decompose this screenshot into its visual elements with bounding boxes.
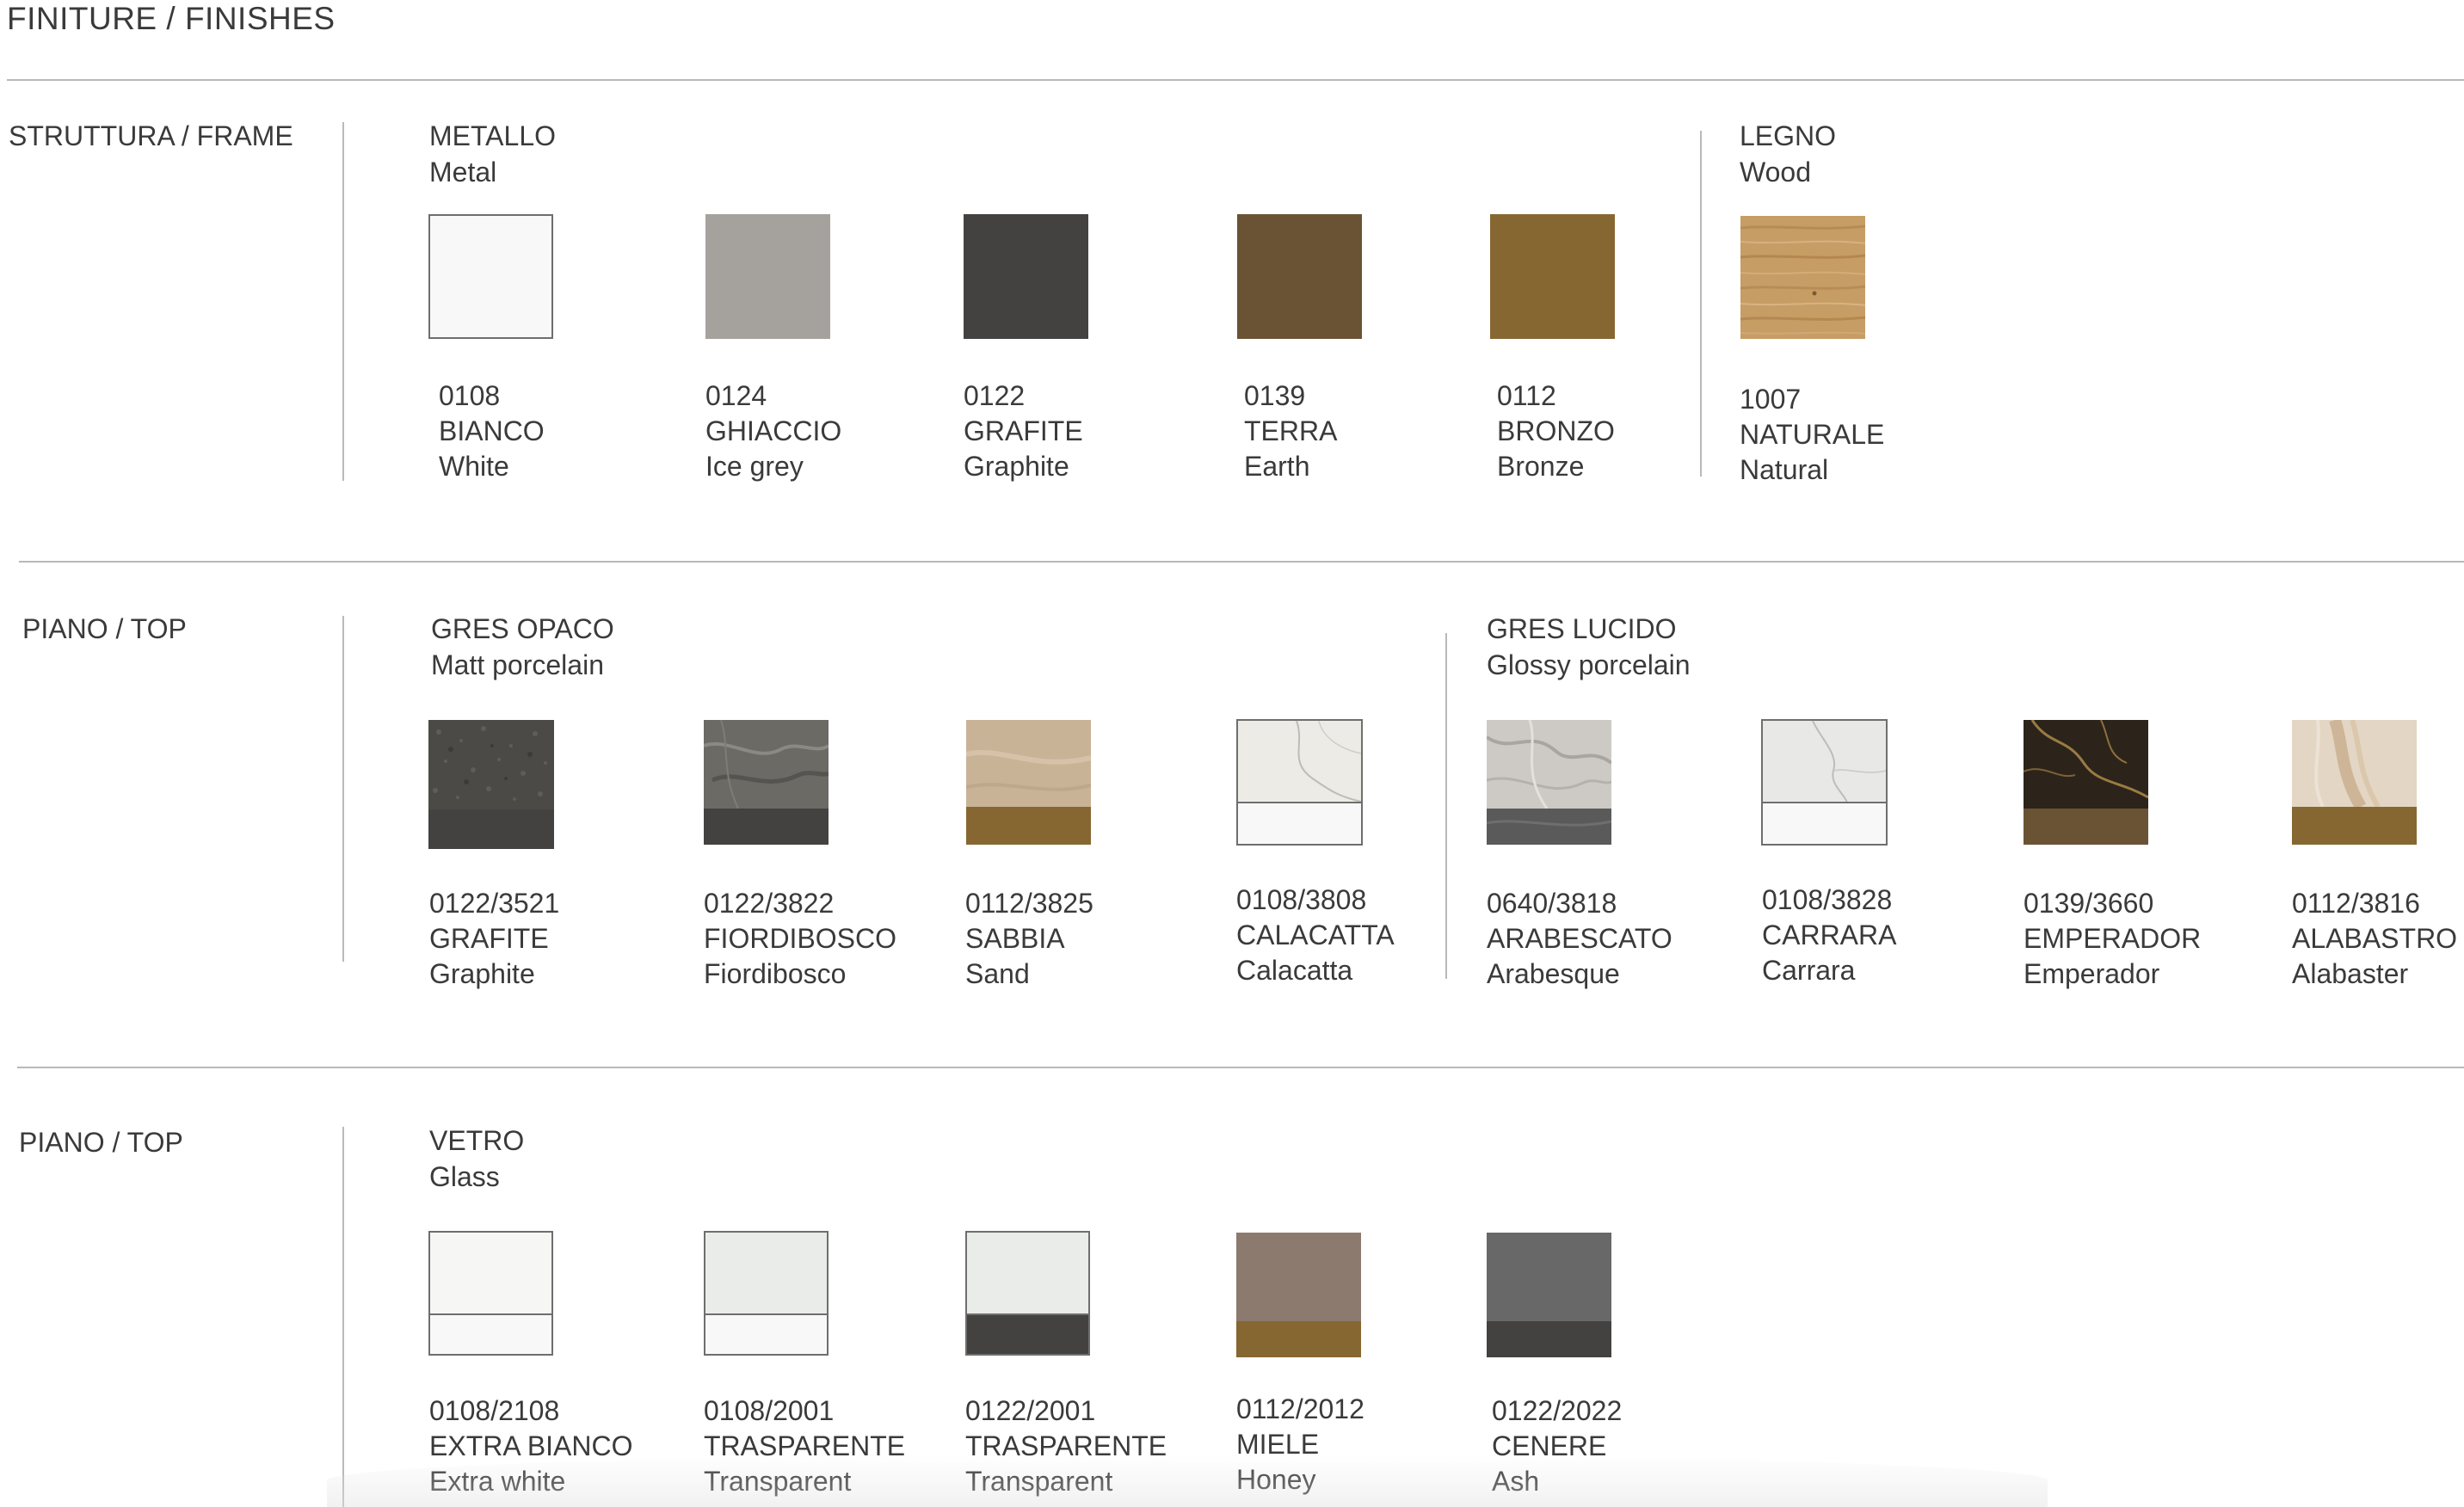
- swatch-emperador-glossy: [2024, 720, 2148, 845]
- swatch-name-en: Extra white: [429, 1466, 566, 1497]
- page-title: FINITURE / FINISHES: [7, 1, 336, 36]
- swatch-code: 0122/2022: [1492, 1395, 1623, 1426]
- swatch-name-it: CALACATTA: [1236, 920, 1395, 950]
- swatch-grafite-matt: [428, 720, 554, 849]
- swatch-name-it: TRASPARENTE: [965, 1430, 1167, 1461]
- swatch-name-it: EMPERADOR: [2024, 923, 2202, 954]
- swatch-code: 0139/3660: [2024, 888, 2154, 919]
- swatch-name-en: Transparent: [704, 1466, 852, 1497]
- swatch-alabastro-glossy: [2292, 720, 2417, 845]
- swatch-name-en: Alabaster: [2292, 958, 2409, 989]
- swatch-name-en: Calacatta: [1236, 955, 1353, 986]
- swatch-code: 0112/3816: [2292, 888, 2420, 919]
- swatch-code: 0122/3822: [704, 888, 835, 919]
- swatch-name-it: BIANCO: [439, 415, 545, 446]
- divider: [7, 79, 2464, 81]
- group-title: METALLO: [429, 120, 556, 151]
- section-label: STRUTTURA / FRAME: [9, 120, 293, 151]
- swatch-code: 0112/2012: [1236, 1393, 1364, 1424]
- swatch-code: 0122: [964, 380, 1026, 411]
- swatch-name-it: GRAFITE: [429, 923, 549, 954]
- swatch-trasparente-glass: [704, 1231, 829, 1356]
- swatch-name-en: Transparent: [965, 1466, 1113, 1497]
- swatch-cenere-glass: [1487, 1233, 1611, 1357]
- swatch-name-it: SABBIA: [965, 923, 1065, 954]
- swatch-arabescato-glossy: [1487, 720, 1611, 845]
- swatch-sabbia-matt: [966, 720, 1091, 845]
- group-title: VETRO: [429, 1125, 525, 1156]
- swatch-name-en: Ice grey: [705, 451, 804, 482]
- swatch-calacatta-matt: [1236, 719, 1363, 846]
- swatch-grafite: [964, 214, 1088, 339]
- swatch-name-en: White: [439, 451, 509, 482]
- group-subtitle: Glass: [429, 1161, 500, 1192]
- swatch-terra: [1237, 214, 1362, 339]
- swatch-name-it: NATURALE: [1740, 419, 1885, 450]
- swatch-code: 0108/3808: [1236, 884, 1367, 915]
- section-divider: [342, 1127, 344, 1507]
- swatch-name-it: EXTRA BIANCO: [429, 1430, 633, 1461]
- swatch-name-it: ARABESCATO: [1487, 923, 1672, 954]
- swatch-name-en: Sand: [965, 958, 1030, 989]
- swatch-name-it: ALABASTRO: [2292, 923, 2458, 954]
- swatch-bronzo: [1490, 214, 1615, 339]
- group-subtitle: Metal: [429, 157, 497, 188]
- group-subtitle: Glossy porcelain: [1487, 649, 1691, 680]
- swatch-code: 0124: [705, 380, 767, 411]
- swatch-name-en: Natural: [1740, 454, 1829, 485]
- swatch-code: 0108/3828: [1762, 884, 1893, 915]
- group-title: GRES LUCIDO: [1487, 613, 1677, 644]
- swatch-name-en: Honey: [1236, 1464, 1316, 1495]
- swatch-name-it: GRAFITE: [964, 415, 1083, 446]
- swatch-name-en: Emperador: [2024, 958, 2160, 989]
- swatch-name-en: Arabesque: [1487, 958, 1620, 989]
- group-subtitle: Wood: [1740, 157, 1812, 188]
- group-subtitle: Matt porcelain: [431, 649, 604, 680]
- swatch-miele-glass: [1236, 1233, 1361, 1357]
- group-title: LEGNO: [1740, 120, 1837, 151]
- group-title: GRES OPACO: [431, 613, 614, 644]
- swatch-name-en: Graphite: [964, 451, 1069, 482]
- swatch-naturale-wood: [1740, 216, 1865, 339]
- section-label: PIANO / TOP: [22, 613, 187, 644]
- swatch-name-en: Graphite: [429, 958, 535, 989]
- swatch-code: 0112: [1497, 380, 1556, 411]
- swatch-fiordibosco-matt: [704, 720, 829, 845]
- swatch-name-en: Earth: [1244, 451, 1310, 482]
- section-label: PIANO / TOP: [19, 1127, 183, 1158]
- swatch-code: 1007: [1740, 384, 1802, 415]
- swatch-name-it: TRASPARENTE: [704, 1430, 906, 1461]
- swatch-code: 0112/3825: [965, 888, 1093, 919]
- swatch-code: 0108/2108: [429, 1395, 560, 1426]
- swatch-code: 0108/2001: [704, 1395, 835, 1426]
- section-divider: [342, 122, 344, 481]
- swatch-code: 0122/2001: [965, 1395, 1096, 1426]
- swatch-bianco: [428, 214, 553, 339]
- swatch-name-en: Carrara: [1762, 955, 1856, 986]
- swatch-code: 0640/3818: [1487, 888, 1617, 919]
- divider: [17, 1067, 2464, 1068]
- swatch-name-it: MIELE: [1236, 1429, 1320, 1460]
- divider: [19, 561, 2464, 563]
- swatch-trasparente-graphite-glass: [965, 1231, 1090, 1356]
- swatch-name-it: BRONZO: [1497, 415, 1615, 446]
- swatch-name-en: Ash: [1492, 1466, 1540, 1497]
- swatch-name-it: FIORDIBOSCO: [704, 923, 897, 954]
- swatch-extra-bianco-glass: [428, 1231, 553, 1356]
- section-divider: [342, 616, 344, 962]
- swatch-code: 0122/3521: [429, 888, 560, 919]
- swatch-code: 0108: [439, 380, 501, 411]
- group-divider: [1445, 633, 1447, 979]
- swatch-name-it: CENERE: [1492, 1430, 1607, 1461]
- swatch-ghiaccio: [705, 214, 830, 339]
- group-divider: [1700, 131, 1702, 477]
- swatch-name-it: CARRARA: [1762, 920, 1897, 950]
- swatch-name-it: TERRA: [1244, 415, 1338, 446]
- swatch-name-it: GHIACCIO: [705, 415, 842, 446]
- swatch-name-en: Fiordibosco: [704, 958, 847, 989]
- swatch-code: 0139: [1244, 380, 1306, 411]
- swatch-carrara-glossy: [1761, 719, 1888, 846]
- swatch-name-en: Bronze: [1497, 451, 1585, 482]
